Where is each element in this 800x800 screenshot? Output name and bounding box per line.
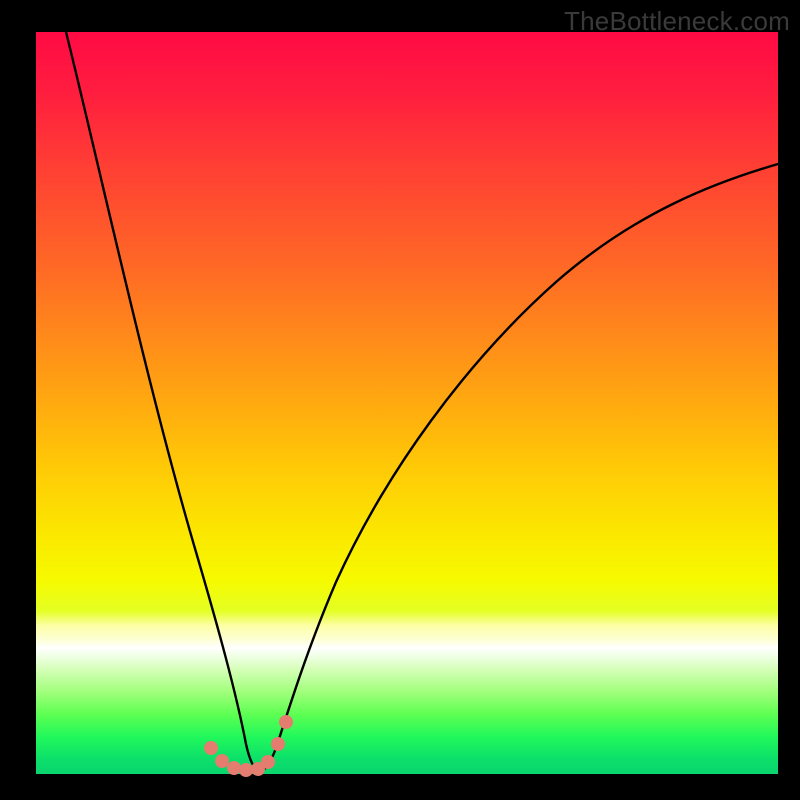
dot (215, 754, 229, 768)
watermark-text: TheBottleneck.com (564, 6, 790, 37)
dot (271, 737, 285, 751)
dot (279, 715, 293, 729)
curve-left-branch (66, 32, 260, 771)
plot-area (36, 32, 778, 774)
curve-right-branch (260, 164, 778, 771)
dot (261, 755, 275, 769)
dot (227, 761, 241, 775)
outer-frame: TheBottleneck.com (0, 0, 800, 800)
dot-cluster (204, 715, 293, 777)
dot (204, 741, 218, 755)
chart-svg (36, 32, 778, 774)
dot (239, 763, 253, 777)
